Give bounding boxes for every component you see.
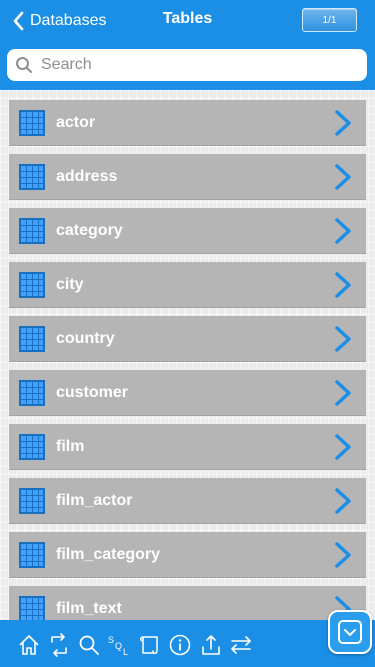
page-indicator-button[interactable]: 1/1	[302, 8, 357, 32]
svg-text:Q: Q	[115, 641, 122, 651]
search-input[interactable]	[39, 55, 353, 75]
table-name: city	[56, 276, 84, 293]
search-icon[interactable]	[77, 633, 101, 657]
table-name: customer	[56, 384, 129, 401]
table-name: actor	[56, 114, 96, 131]
scroll-icon[interactable]	[138, 633, 162, 657]
chevron-right-icon[interactable]	[332, 487, 354, 515]
table-name: film_text	[56, 600, 122, 617]
chevron-right-icon[interactable]	[332, 433, 354, 461]
table-name: film	[56, 438, 85, 455]
table-list[interactable]: actor address category city country cust…	[0, 90, 375, 620]
table-name: address	[56, 168, 118, 185]
table-grid-icon	[19, 542, 45, 568]
table-grid-icon	[19, 110, 45, 136]
table-row-film-category[interactable]: film_category	[9, 532, 366, 578]
table-grid-icon	[19, 488, 45, 514]
info-icon[interactable]	[168, 633, 192, 657]
table-row-film-actor[interactable]: film_actor	[9, 478, 366, 524]
table-row-actor[interactable]: actor	[9, 100, 366, 146]
table-row-city[interactable]: city	[9, 262, 366, 308]
table-row-address[interactable]: address	[9, 154, 366, 200]
sync-icon[interactable]	[47, 633, 71, 657]
chevron-right-icon[interactable]	[332, 325, 354, 353]
table-row-customer[interactable]: customer	[9, 370, 366, 416]
table-row-film[interactable]: film	[9, 424, 366, 470]
table-row-category[interactable]: category	[9, 208, 366, 254]
table-grid-icon	[19, 272, 45, 298]
table-name: film_category	[56, 546, 161, 563]
table-grid-icon	[19, 380, 45, 406]
table-grid-icon	[19, 164, 45, 190]
upload-icon[interactable]	[199, 633, 223, 657]
top-navigation-bar: Databases Tables 1/1	[0, 0, 375, 90]
transfer-icon[interactable]	[229, 633, 253, 657]
bottom-toolbar: S Q L	[0, 620, 375, 667]
table-name: country	[56, 330, 115, 347]
svg-text:L: L	[123, 647, 128, 657]
download-button[interactable]	[328, 610, 372, 654]
table-grid-icon	[19, 218, 45, 244]
chevron-right-icon[interactable]	[332, 163, 354, 191]
table-row-film-text[interactable]: film_text	[9, 586, 366, 620]
table-grid-icon	[19, 596, 45, 620]
chevron-right-icon[interactable]	[332, 217, 354, 245]
chevron-right-icon[interactable]	[332, 271, 354, 299]
home-icon[interactable]	[17, 633, 41, 657]
table-row-country[interactable]: country	[9, 316, 366, 362]
search-bar[interactable]	[7, 49, 367, 81]
table-grid-icon	[19, 434, 45, 460]
chevron-right-icon[interactable]	[332, 379, 354, 407]
chevron-right-icon[interactable]	[332, 541, 354, 569]
sql-icon[interactable]: S Q L	[107, 633, 131, 657]
table-name: category	[56, 222, 123, 239]
download-icon	[338, 620, 362, 644]
table-grid-icon	[19, 326, 45, 352]
svg-text:S: S	[108, 635, 114, 645]
search-icon	[16, 57, 32, 73]
chevron-right-icon[interactable]	[332, 109, 354, 137]
table-name: film_actor	[56, 492, 133, 509]
